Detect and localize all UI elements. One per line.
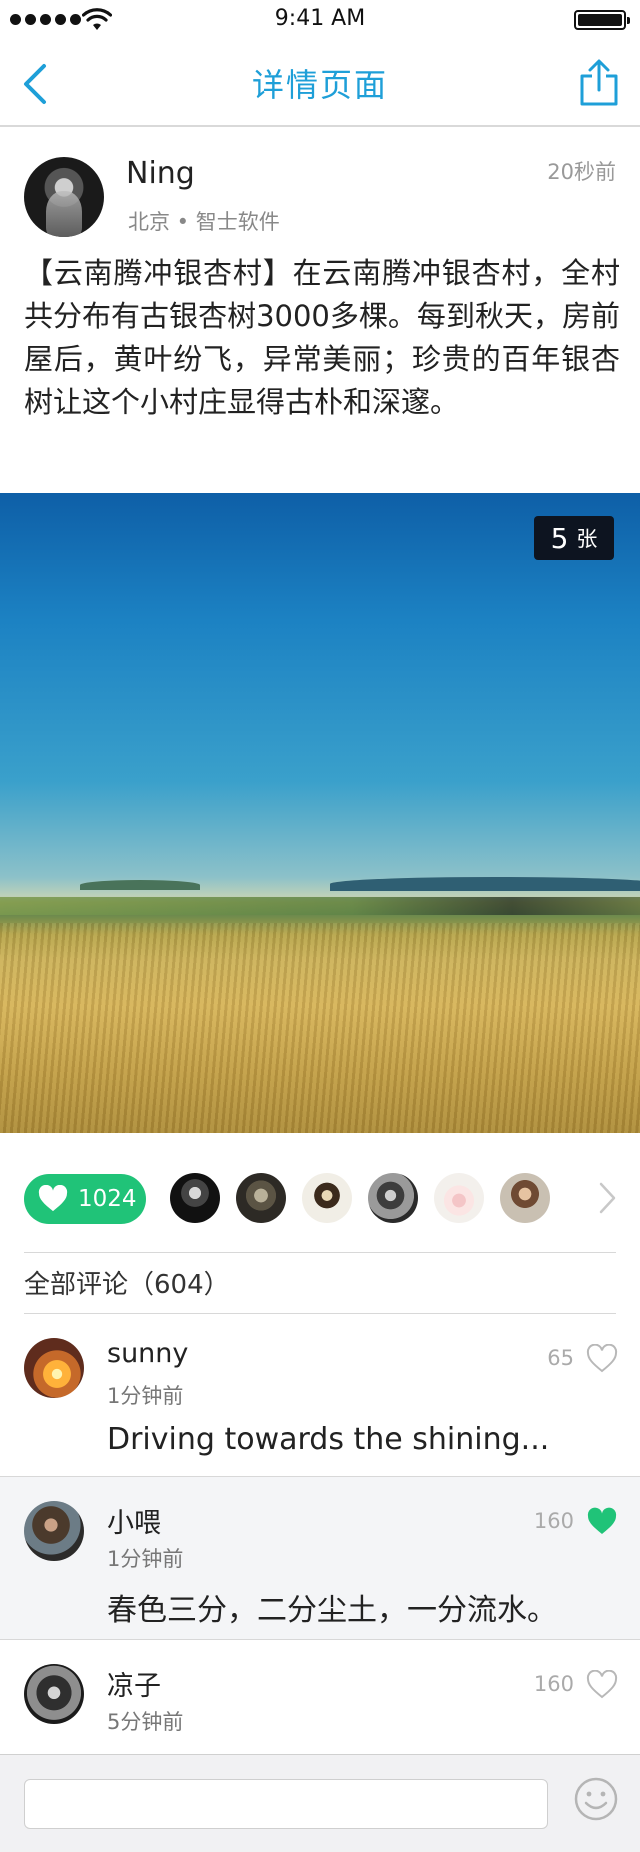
comment-item[interactable]: 小喂 1分钟前 160 春色三分，二分尘土，一分流水。 [0,1477,640,1639]
heart-icon [38,1185,68,1212]
page-title: 详情页面 [251,66,388,104]
chevron-right-icon[interactable] [596,1180,618,1216]
commenter-avatar[interactable] [24,1501,84,1561]
comment-time: 1分钟前 [107,1384,184,1408]
liker-avatar[interactable] [170,1173,220,1223]
author-avatar[interactable] [24,157,104,237]
comment-input[interactable] [24,1779,548,1829]
share-icon[interactable] [578,58,620,108]
nav-bar: 详情页面 [0,40,640,127]
photo-count-badge: 5 张 [534,516,614,560]
heart-filled-icon[interactable] [586,1507,618,1537]
comment-time: 5分钟前 [107,1710,184,1734]
commenter-name[interactable]: 凉子 [107,1664,161,1703]
comment-text: 春色三分，二分尘土，一分流水。 [107,1593,557,1628]
divider [24,1252,616,1253]
comment-text: Driving towards the shining... [107,1422,550,1457]
commenter-avatar[interactable] [24,1338,84,1398]
comment-like-count: 160 [533,1509,574,1533]
status-bar: 9:41 AM [0,0,640,40]
photo-hill [330,877,640,891]
photo-count-unit: 张 [576,527,598,551]
comment-like-count: 160 [533,1672,574,1696]
post-photo[interactable]: 5 张 [0,493,640,1133]
post-text: 【云南腾冲银杏村】在云南腾冲银杏村，全村共分布有古银杏树3000多棵。每到秋天，… [24,256,620,419]
comments-heading: 全部评论（604） [24,1270,230,1300]
heart-outline-icon[interactable] [586,1670,618,1700]
liker-avatar[interactable] [368,1173,418,1223]
comment-like-count: 65 [547,1346,574,1370]
heart-outline-icon[interactable] [586,1344,618,1374]
status-time: 9:41 AM [274,6,366,31]
photo-hill [80,880,200,890]
photo-wheat [0,923,640,1133]
battery-icon [574,10,630,30]
smiley-icon[interactable] [574,1777,618,1821]
comment-input-bar [0,1754,640,1852]
liker-avatar[interactable] [302,1173,352,1223]
commenter-name[interactable]: sunny [107,1338,188,1369]
like-button[interactable]: 1024 [24,1174,146,1224]
liker-avatar[interactable] [434,1173,484,1223]
photo-count-number: 5 [550,521,569,555]
comment-time: 1分钟前 [107,1547,184,1571]
photo-field [0,897,640,915]
liker-avatar[interactable] [236,1173,286,1223]
commenter-name[interactable]: 小喂 [107,1501,161,1540]
commenter-avatar[interactable] [24,1664,84,1724]
like-count: 1024 [78,1186,137,1212]
liker-avatar[interactable] [500,1173,550,1223]
author-name[interactable]: Ning [126,156,195,191]
post-time: 20秒前 [547,160,616,184]
comment-item[interactable]: sunny 1分钟前 65 Driving towards the shinin… [0,1314,640,1476]
author-meta: 北京 • 智士软件 [128,210,280,234]
